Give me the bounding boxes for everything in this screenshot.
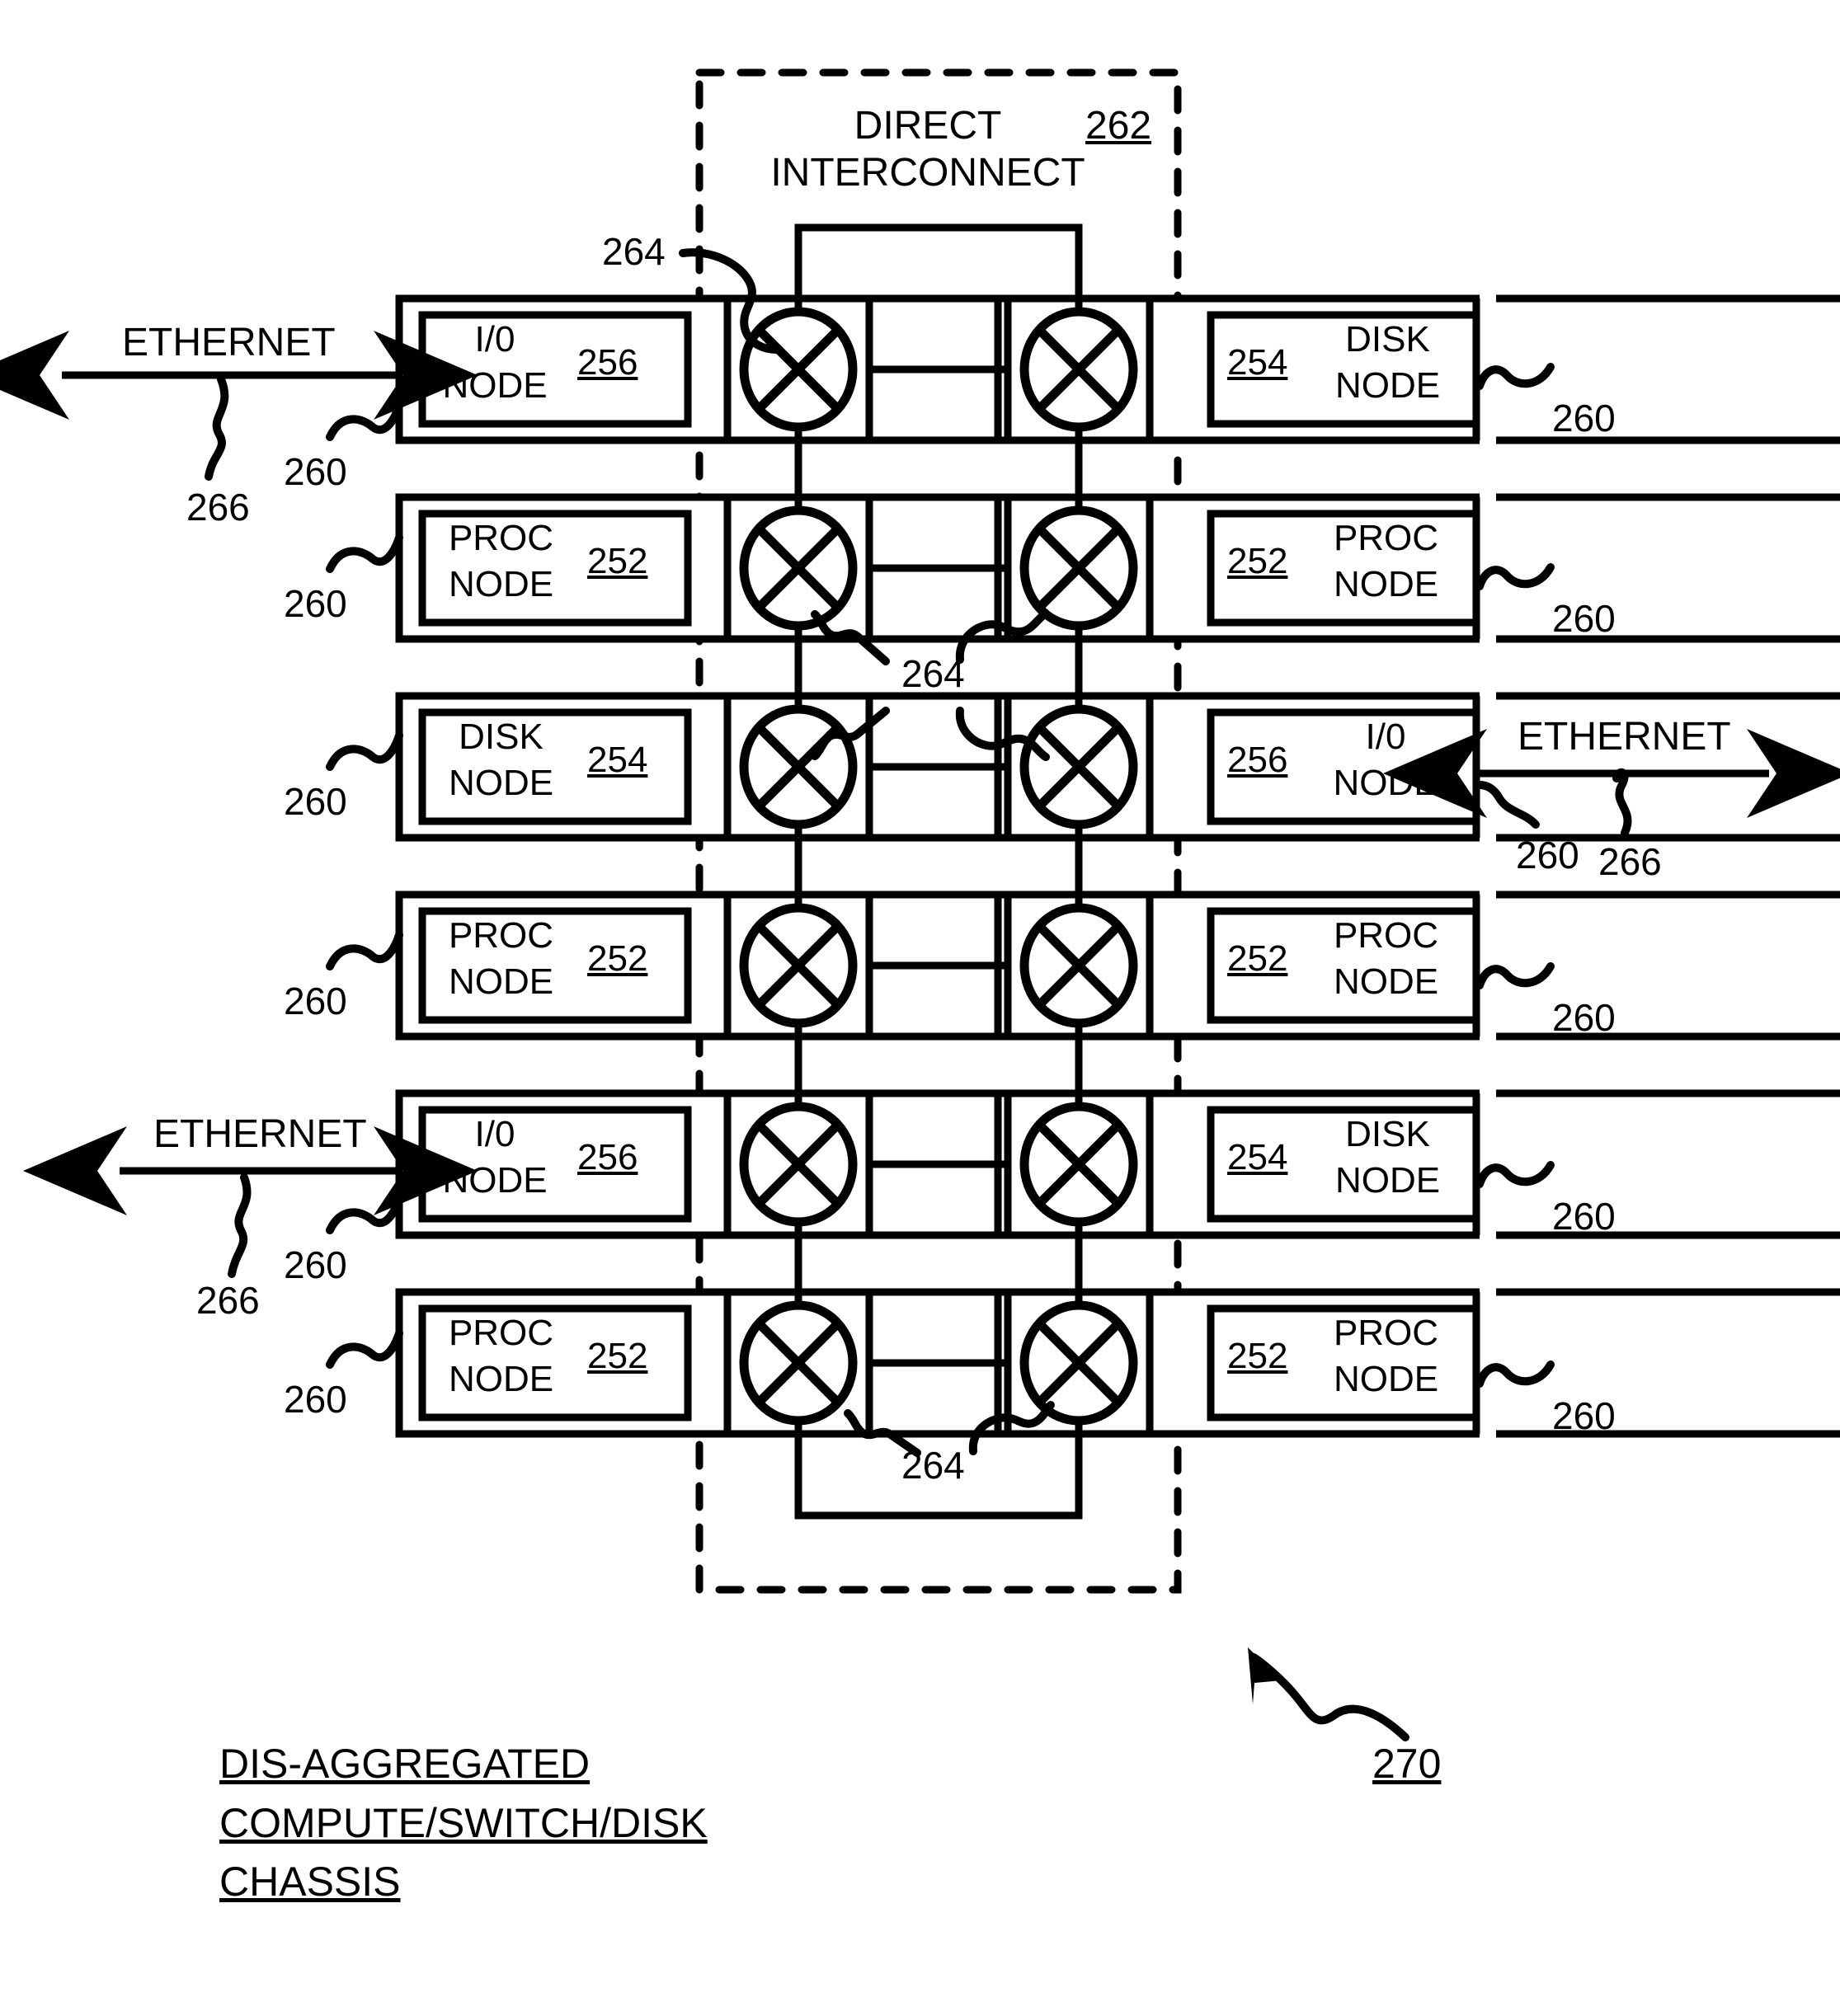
node-ref-r6r: 252 [1227,1336,1288,1376]
node-name-line1-r2l: PROC [448,518,554,558]
node-name-line2-r4r: NODE [1333,961,1439,1003]
ref-270: 270 [1372,1741,1442,1787]
node-name-line1-r3r: I/0 [1365,717,1406,757]
node-name-line2-r3l: NODE [448,763,554,804]
ref-260-r4-left: 260 [284,980,347,1022]
ref-260-r1-right: 260 [1552,397,1616,439]
node-name-line2-r2l: NODE [448,564,554,605]
figure-caption-line1: DIS-AGGREGATED [219,1741,591,1787]
node-name-line2-r2r: NODE [1333,564,1439,605]
ref-264-middle: 264 [901,652,965,695]
node-name-line2-r1l: NODE [442,365,548,406]
node-name-line1-r6l: PROC [448,1313,554,1353]
node-label-r5r: DISK NODE [1320,1111,1456,1205]
node-name-line1-r4l: PROC [448,915,554,956]
figure-caption-line3: CHASSIS [219,1859,401,1905]
ref-260-r6-right: 260 [1552,1394,1616,1437]
node-label-r3r: I/0 NODE [1324,714,1447,807]
node-ref-r5l: 256 [577,1137,638,1177]
node-name-line2-r5r: NODE [1334,1160,1441,1201]
node-name-line1-r1l: I/0 [474,319,515,359]
node-name-line2-r5l: NODE [442,1160,548,1201]
node-label-r3l: DISK NODE [433,714,569,807]
node-label-r2r: PROC NODE [1318,515,1454,609]
node-name-line1-r5l: I/0 [474,1114,515,1154]
ref-264-top: 264 [602,230,666,273]
node-ref-r5r: 254 [1227,1137,1288,1177]
node-name-line2-r1r: NODE [1334,365,1441,406]
node-ref-r3l: 254 [587,740,648,780]
ref-260-r5-left: 260 [284,1243,347,1286]
node-label-r4r: PROC NODE [1318,913,1454,1006]
node-name-line2-r4l: NODE [448,961,554,1003]
ref-262: 262 [1085,104,1152,148]
ethernet-label-row3: ETHERNET [1518,715,1731,759]
node-name-line1-r5r: DISK [1345,1114,1430,1154]
ref-264-bottom: 264 [901,1444,965,1487]
ref-260-r6-left: 260 [284,1378,347,1421]
ethernet-label-row5: ETHERNET [153,1112,367,1156]
node-label-r6l: PROC NODE [433,1310,569,1403]
ref-266-row5: 266 [196,1279,260,1322]
ethernet-label-row1: ETHERNET [122,321,336,364]
node-name-line1-r6r: PROC [1333,1313,1439,1353]
ref-266-row3: 266 [1598,840,1662,883]
node-label-r1l: I/0 NODE [433,317,557,410]
ref-266-row1: 266 [186,486,250,529]
node-ref-r1l: 256 [577,342,638,383]
node-label-r2l: PROC NODE [433,515,569,609]
node-label-r6r: PROC NODE [1318,1310,1454,1403]
node-label-r4l: PROC NODE [433,913,569,1006]
node-name-line1-r3l: DISK [459,717,544,757]
direct-interconnect-title-line1: DIRECT [854,104,1002,148]
node-ref-r2r: 252 [1227,541,1288,581]
node-ref-r4r: 252 [1227,938,1288,979]
ref-260-r2-left: 260 [284,582,347,625]
patent-figure-page: DIRECT INTERCONNECT 262 I/0 NODE 256 254… [0,0,1840,2016]
node-label-r5l: I/0 NODE [433,1111,557,1205]
text-layer: DIRECT INTERCONNECT 262 I/0 NODE 256 254… [0,0,1840,2016]
node-ref-r2l: 252 [587,541,648,581]
ref-260-r3-left: 260 [284,780,347,823]
node-name-line2-r3r: NODE [1333,763,1438,804]
ref-260-r3-right: 260 [1516,834,1579,876]
direct-interconnect-title-line2: INTERCONNECT [770,150,1085,195]
node-name-line1-r1r: DISK [1345,319,1430,359]
ref-260-r1-left: 260 [284,450,347,493]
node-ref-r4l: 252 [587,938,648,979]
figure-caption-line2: COMPUTE/SWITCH/DISK [219,1799,708,1846]
ref-260-r2-right: 260 [1552,597,1616,640]
figure-caption: DIS-AGGREGATED COMPUTE/SWITCH/DISK CHASS… [219,1735,708,1912]
node-ref-r3r: 256 [1227,740,1288,780]
node-name-line2-r6r: NODE [1333,1359,1439,1400]
node-ref-r6l: 252 [587,1336,648,1376]
ref-260-r5-right: 260 [1552,1195,1616,1238]
direct-interconnect-title: DIRECT INTERCONNECT [767,103,1089,196]
node-ref-r1r: 254 [1227,342,1288,383]
node-name-line1-r2r: PROC [1333,518,1439,558]
node-name-line2-r6l: NODE [448,1359,554,1400]
node-label-r1r: DISK NODE [1320,317,1456,410]
node-name-line1-r4r: PROC [1333,915,1439,956]
ref-260-r4-right: 260 [1552,996,1616,1039]
